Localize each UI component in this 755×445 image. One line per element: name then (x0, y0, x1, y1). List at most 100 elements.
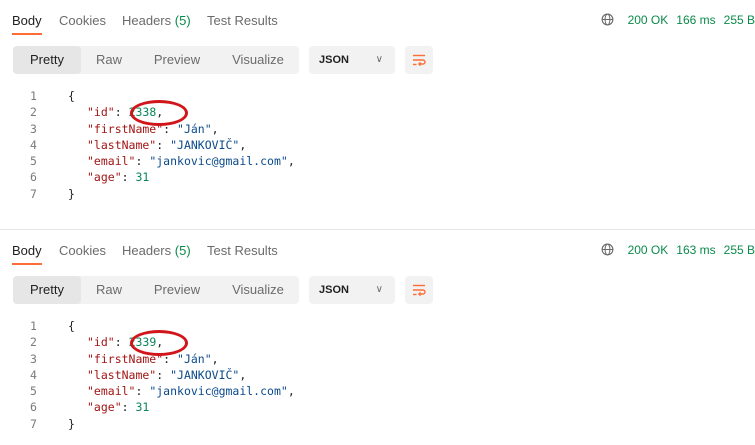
format-dropdown[interactable]: JSON ∨ (309, 276, 395, 304)
json-key-age: "age" (87, 400, 122, 415)
code-line: 4 "lastName": "JANKOVIČ", (30, 367, 247, 382)
headers-count: (5) (174, 13, 191, 28)
tab-cookies[interactable]: Cookies (59, 243, 106, 258)
code-line: 7} (0, 186, 755, 202)
view-pretty-button[interactable]: Pretty (13, 46, 81, 74)
view-raw-button[interactable]: Raw (81, 46, 137, 74)
view-raw-button[interactable]: Raw (81, 276, 137, 304)
tab-headers-label: Headers (122, 13, 172, 28)
format-value: JSON (319, 54, 349, 66)
response-time[interactable]: 166 ms (676, 13, 715, 27)
wrap-lines-button[interactable] (405, 276, 433, 304)
line-number: 5 (30, 154, 37, 169)
json-key-id: "id" (87, 105, 115, 120)
json-value-id: 2338 (128, 105, 157, 120)
tab-headers-label: Headers (122, 243, 172, 258)
response-size[interactable]: 255 B (724, 243, 755, 257)
response-status: 200 OK 163 ms 255 B (601, 243, 755, 257)
response-tabs: Body Cookies Headers (5) Test Results 20… (0, 0, 755, 36)
response-time[interactable]: 163 ms (676, 243, 715, 257)
line-number: 6 (30, 400, 37, 415)
json-value-email: "jankovic@gmail.com" (149, 154, 288, 169)
code-line: 6 "age": 31 (30, 170, 150, 185)
wrap-lines-icon (413, 54, 426, 67)
line-number: 5 (30, 384, 37, 399)
json-value-age: 31 (135, 400, 150, 415)
json-key-lastname: "lastName" (87, 367, 157, 382)
json-value-id: 2339 (128, 335, 157, 350)
chevron-down-icon: ∨ (375, 284, 383, 295)
json-value-firstname: "Ján" (177, 121, 212, 136)
format-dropdown[interactable]: JSON ∨ (309, 46, 395, 74)
format-value: JSON (319, 284, 349, 296)
tab-test-results[interactable]: Test Results (207, 13, 278, 28)
response-size[interactable]: 255 B (724, 13, 755, 27)
headers-count: (5) (174, 243, 191, 258)
view-pretty-button[interactable]: Pretty (13, 276, 81, 304)
json-close-brace: } (68, 186, 75, 201)
line-number: 1 (30, 89, 37, 103)
json-value-lastname: "JANKOVIČ" (170, 367, 240, 382)
code-line: 7} (0, 416, 755, 432)
json-value-firstname: "Ján" (177, 351, 212, 366)
response-tabs: Body Cookies Headers (5) Test Results 20… (0, 230, 755, 266)
tab-body[interactable]: Body (12, 13, 42, 28)
wrap-lines-button[interactable] (405, 46, 433, 74)
response-status: 200 OK 166 ms 255 B (601, 13, 755, 27)
json-value-age: 31 (135, 170, 150, 185)
json-key-firstname: "firstName" (87, 351, 164, 366)
view-visualize-button[interactable]: Visualize (217, 46, 299, 74)
json-key-age: "age" (87, 170, 122, 185)
tab-cookies[interactable]: Cookies (59, 13, 106, 28)
response-body-code[interactable]: 1{ 2 "id": 2338, 3 "firstName": "Ján", 4 "l… (0, 88, 755, 202)
code-line: 1{ (0, 318, 755, 334)
response-panel-2: Body Cookies Headers (5) Test Results 20… (0, 229, 755, 445)
tab-headers[interactable]: Headers (5) (122, 243, 191, 258)
json-close-brace: } (68, 416, 75, 431)
chevron-down-icon: ∨ (375, 54, 383, 65)
code-line: 5 "email": "jankovic@gmail.com", (30, 154, 295, 169)
status-code[interactable]: 200 OK (628, 13, 669, 27)
line-number: 6 (30, 170, 37, 185)
view-preview-button[interactable]: Preview (137, 46, 217, 74)
line-number: 1 (30, 319, 37, 333)
tab-test-results[interactable]: Test Results (207, 243, 278, 258)
line-number: 4 (30, 367, 37, 382)
response-panel-1: Body Cookies Headers (5) Test Results 20… (0, 0, 755, 222)
line-number: 2 (30, 105, 37, 120)
view-visualize-button[interactable]: Visualize (217, 276, 299, 304)
json-key-id: "id" (87, 335, 115, 350)
view-preview-button[interactable]: Preview (137, 276, 217, 304)
globe-icon[interactable] (601, 13, 614, 26)
code-line: 3 "firstName": "Ján", (30, 351, 219, 366)
code-line: 2 "id": 2338, (30, 105, 164, 120)
json-key-email: "email" (87, 384, 136, 399)
json-key-email: "email" (87, 154, 136, 169)
line-number: 7 (30, 416, 37, 431)
json-key-lastname: "lastName" (87, 137, 157, 152)
line-number: 2 (30, 335, 37, 350)
json-value-lastname: "JANKOVIČ" (170, 137, 240, 152)
view-mode-switch: Pretty Raw Preview Visualize (13, 46, 299, 74)
line-number: 4 (30, 137, 37, 152)
line-number: 7 (30, 186, 37, 201)
active-tab-indicator (12, 33, 42, 35)
globe-icon[interactable] (601, 243, 614, 256)
tab-body[interactable]: Body (12, 243, 42, 258)
code-line: 3 "firstName": "Ján", (30, 121, 219, 136)
active-tab-indicator (12, 263, 42, 265)
line-number: 3 (30, 121, 37, 136)
json-value-email: "jankovic@gmail.com" (149, 384, 288, 399)
code-line: 1{ (0, 88, 755, 104)
code-line: 6 "age": 31 (30, 400, 150, 415)
view-mode-switch: Pretty Raw Preview Visualize (13, 276, 299, 304)
line-number: 3 (30, 351, 37, 366)
json-open-brace: { (68, 89, 75, 103)
code-line: 2 "id": 2339, (30, 335, 164, 350)
response-body-code[interactable]: 1{ 2 "id": 2339, 3 "firstName": "Ján", 4 "l… (0, 318, 755, 432)
json-open-brace: { (68, 319, 75, 333)
code-line: 4 "lastName": "JANKOVIČ", (30, 137, 247, 152)
status-code[interactable]: 200 OK (628, 243, 669, 257)
tab-headers[interactable]: Headers (5) (122, 13, 191, 28)
code-line: 5 "email": "jankovic@gmail.com", (30, 384, 295, 399)
